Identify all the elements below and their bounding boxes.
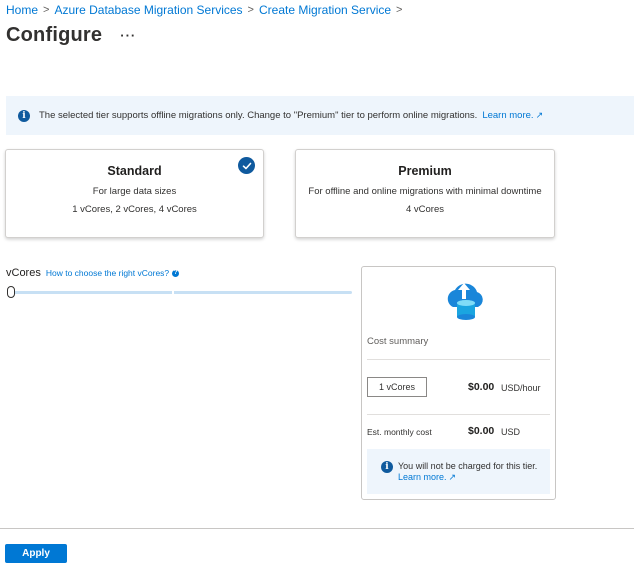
charge-note-text: You will not be charged for this tier. L… bbox=[398, 461, 550, 483]
chevron-right-icon: > bbox=[247, 4, 254, 16]
tier-card-standard[interactable]: Standard For large data sizes 1 vCores, … bbox=[5, 149, 264, 238]
tier-cores: 1 vCores, 2 vCores, 4 vCores bbox=[72, 204, 197, 215]
tier-name: Standard bbox=[107, 164, 162, 178]
cost-summary-title: Cost summary bbox=[367, 336, 429, 347]
banner-learn-more-link[interactable]: Learn more. ↗ bbox=[482, 110, 543, 121]
vcores-row: vCores How to choose the right vCores? ? bbox=[6, 267, 180, 279]
more-options-button[interactable]: ··· bbox=[120, 28, 136, 43]
breadcrumb-home[interactable]: Home bbox=[6, 3, 38, 17]
chevron-right-icon: > bbox=[43, 4, 50, 16]
apply-button[interactable]: Apply bbox=[5, 544, 67, 563]
footer-divider bbox=[0, 528, 634, 529]
divider bbox=[367, 414, 550, 415]
monthly-price: $0.00 bbox=[468, 425, 495, 437]
charge-note-message: You will not be charged for this tier. bbox=[398, 461, 538, 471]
slider-tick bbox=[172, 290, 174, 295]
info-icon: i bbox=[381, 461, 393, 473]
divider bbox=[367, 359, 550, 360]
monthly-cost-label: Est. monthly cost bbox=[367, 427, 432, 437]
cloud-database-icon bbox=[447, 283, 483, 320]
charge-note-learn-more-link[interactable]: Learn more. ↗ bbox=[398, 472, 456, 482]
page-title: Configure bbox=[6, 24, 103, 46]
tier-card-premium[interactable]: Premium For offline and online migration… bbox=[295, 149, 555, 238]
monthly-unit: USD bbox=[501, 427, 521, 437]
checkmark-icon bbox=[238, 157, 255, 174]
vcores-help-link[interactable]: How to choose the right vCores? bbox=[46, 268, 169, 278]
external-link-icon: ↗ bbox=[535, 110, 544, 120]
breadcrumb-azure-dms[interactable]: Azure Database Migration Services bbox=[54, 3, 242, 17]
external-link-icon: ↗ bbox=[448, 472, 457, 482]
chevron-right-icon: > bbox=[396, 4, 403, 16]
title-row: Configure ··· bbox=[6, 24, 136, 47]
breadcrumb: Home > Azure Database Migration Services… bbox=[6, 3, 407, 17]
vcores-slider-track[interactable] bbox=[10, 291, 352, 294]
cost-summary-panel: Cost summary 1 vCores $0.00 USD/hour Est… bbox=[361, 266, 556, 500]
tier-cores: 4 vCores bbox=[405, 204, 444, 215]
note-link-text: Learn more. bbox=[398, 472, 447, 482]
banner-message: The selected tier supports offline migra… bbox=[39, 110, 478, 121]
tier-description: For offline and online migrations with m… bbox=[308, 186, 542, 197]
vcores-slider-thumb[interactable] bbox=[7, 286, 15, 298]
charge-note: i You will not be charged for this tier.… bbox=[367, 449, 550, 494]
breadcrumb-create-migration-service[interactable]: Create Migration Service bbox=[259, 3, 391, 17]
info-banner: i The selected tier supports offline mig… bbox=[6, 96, 634, 135]
tier-description: For large data sizes bbox=[92, 186, 177, 197]
selected-cores-box: 1 vCores bbox=[367, 377, 427, 397]
hourly-price: $0.00 bbox=[468, 381, 495, 393]
help-icon: ? bbox=[172, 269, 180, 277]
hourly-unit: USD/hour bbox=[501, 383, 541, 393]
info-icon: i bbox=[18, 109, 30, 122]
banner-link-text: Learn more. bbox=[482, 110, 534, 121]
tier-name: Premium bbox=[398, 164, 452, 178]
vcores-label: vCores bbox=[6, 267, 41, 279]
